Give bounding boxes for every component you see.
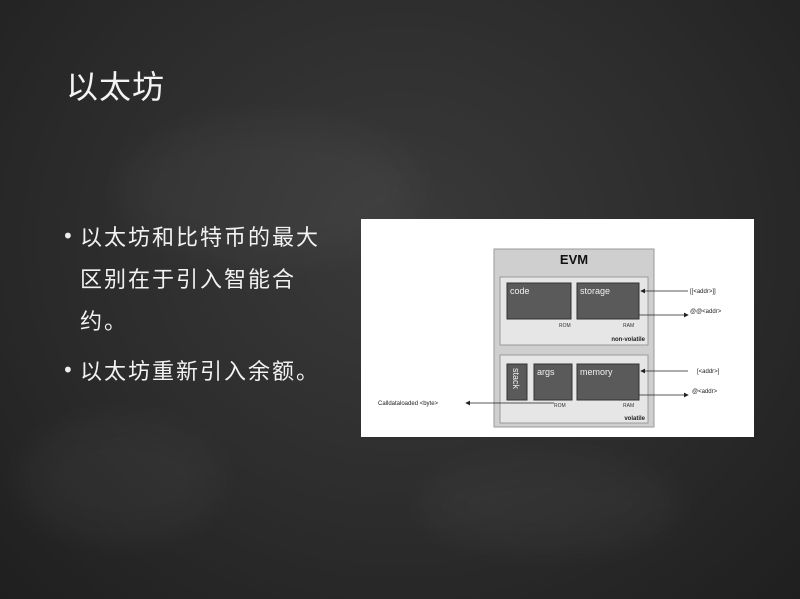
- storage-write-label: @@<addr>: [690, 309, 722, 315]
- memory-read-label: [<addr>]: [697, 369, 720, 375]
- args-label: args: [537, 367, 555, 377]
- nonvolatile-rom-label: ROM: [559, 323, 571, 329]
- code-label: code: [510, 286, 530, 296]
- slide-title: 以太坊: [66, 68, 166, 106]
- volatile-ram-label: RAM: [623, 403, 634, 409]
- bullet-item: • 以太坊和比特币的最大区别在于引入智能合约。: [62, 218, 322, 344]
- evm-diagram: EVM code storage ROM RAM non-volatile st…: [361, 219, 754, 437]
- stack-label: stack: [511, 368, 521, 390]
- nonvolatile-ram-label: RAM: [623, 323, 634, 329]
- memory-label: memory: [580, 367, 613, 377]
- calldata-label: Calldataloaded <byte>: [378, 401, 439, 407]
- bullet-list: • 以太坊和比特币的最大区别在于引入智能合约。 • 以太坊重新引入余额。: [62, 218, 322, 402]
- volatile-label: volatile: [624, 416, 645, 422]
- bullet-text: 以太坊和比特币的最大区别在于引入智能合约。: [80, 226, 321, 335]
- memory-write-label: @<addr>: [692, 389, 718, 395]
- nonvolatile-label: non-volatile: [611, 337, 645, 343]
- storage-read-label: [[<addr>]]: [690, 289, 716, 295]
- bullet-dot-icon: •: [62, 358, 74, 382]
- bullet-item: • 以太坊重新引入余额。: [62, 352, 322, 394]
- bullet-text: 以太坊重新引入余额。: [80, 360, 321, 385]
- bullet-dot-icon: •: [62, 224, 74, 248]
- evm-diagram-svg: EVM code storage ROM RAM non-volatile st…: [378, 248, 722, 428]
- storage-label: storage: [580, 286, 610, 296]
- evm-title: EVM: [560, 252, 588, 267]
- volatile-rom-label: ROM: [554, 403, 566, 409]
